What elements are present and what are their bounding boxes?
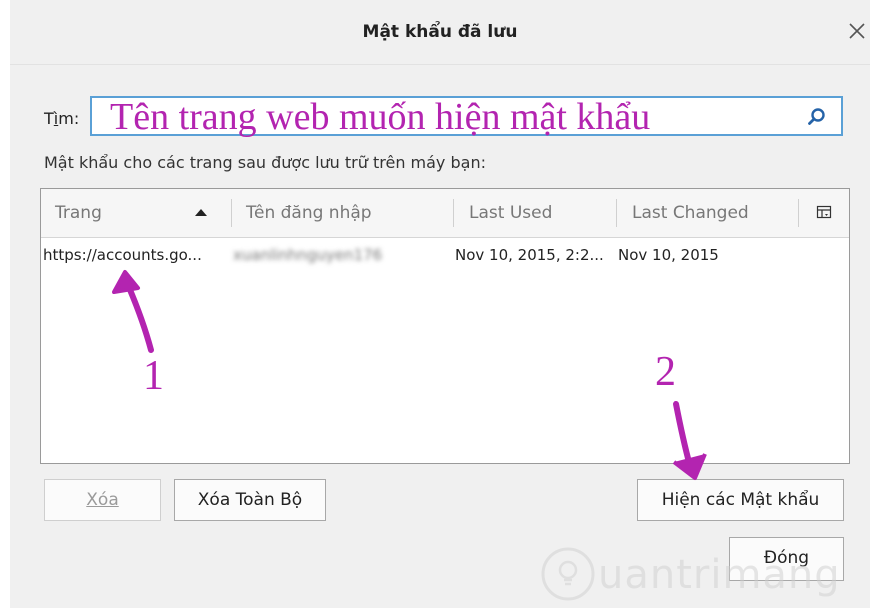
column-header-last-changed[interactable]: Last Changed [632, 189, 749, 237]
watermark: uantrimang [540, 540, 870, 608]
description-text: Mật khẩu cho các trang sau được lưu trữ … [44, 153, 486, 172]
column-picker-icon[interactable] [816, 205, 832, 221]
window-title: Mật khẩu đã lưu [362, 22, 518, 42]
cell-last-used: Nov 10, 2015, 2:2... [455, 246, 604, 264]
search-input-value: Tên trang web muốn hiện mật khẩu [110, 96, 651, 138]
column-header-last-used[interactable]: Last Used [469, 189, 552, 237]
passwords-table: Trang Tên đăng nhập Last Used Last Chang… [40, 188, 850, 464]
annotation-number-1: 1 [143, 353, 164, 399]
remove-button[interactable]: Xóa [44, 479, 161, 521]
close-icon[interactable] [846, 20, 868, 42]
search-label: Tìm: [44, 109, 80, 128]
watermark-text: uantrimang [598, 552, 841, 598]
table-row[interactable]: https://accounts.go... xuanlinhnguyen176… [41, 238, 849, 272]
cell-site: https://accounts.go... [43, 246, 202, 264]
table-header: Trang Tên đăng nhập Last Used Last Chang… [41, 189, 849, 238]
cell-username: xuanlinhnguyen176 [233, 246, 383, 264]
column-header-username[interactable]: Tên đăng nhập [246, 189, 372, 237]
column-separator[interactable] [231, 199, 232, 227]
column-separator[interactable] [453, 199, 454, 227]
column-separator[interactable] [616, 199, 617, 227]
show-passwords-button[interactable]: Hiện các Mật khẩu [637, 479, 844, 521]
remove-all-button[interactable]: Xóa Toàn Bộ [174, 479, 326, 521]
search-input[interactable]: Tên trang web muốn hiện mật khẩu [90, 96, 843, 136]
cell-last-changed: Nov 10, 2015 [618, 246, 719, 264]
column-separator[interactable] [798, 199, 799, 227]
title-bar: Mật khẩu đã lưu [10, 0, 870, 65]
annotation-number-2: 2 [655, 349, 676, 395]
column-header-site[interactable]: Trang [55, 189, 102, 237]
lightbulb-logo-icon [541, 547, 595, 601]
sort-ascending-icon [195, 209, 207, 216]
search-icon[interactable] [807, 107, 827, 127]
remove-button-label: Xóa [86, 490, 119, 510]
